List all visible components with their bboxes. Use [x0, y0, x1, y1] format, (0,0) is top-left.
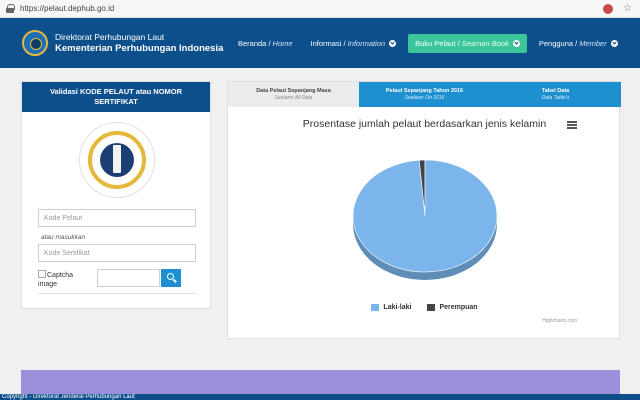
- pie-slice-laki-laki[interactable]: [352, 159, 498, 273]
- brand-line-2: Kementerian Perhubungan Indonesia: [55, 43, 224, 54]
- nav-item-information[interactable]: Informasi / Information: [305, 35, 403, 52]
- brand[interactable]: Direktorat Perhubungan Laut Kementerian …: [55, 32, 223, 54]
- pie-chart: [352, 159, 498, 280]
- lock-icon: [6, 4, 15, 13]
- main-nav: Beranda / Home Informasi / Information B…: [232, 18, 630, 68]
- chart-title: Prosentase jumlah pelaut berdasarkan jen…: [302, 118, 547, 130]
- browser-address-bar: https://pelaut.dephub.go.id ☆: [0, 0, 640, 18]
- legend-item-male[interactable]: Laki-laki: [371, 304, 411, 311]
- tab-all-data-sub: Seafarer All Data: [274, 95, 313, 101]
- validation-panel: Validasi KODE PELAUT atau NOMOR SERTIFIK…: [21, 81, 211, 309]
- chevron-down-icon: [512, 39, 520, 47]
- tab-data-table-sub: Data Table's: [541, 95, 570, 101]
- nav-item-member[interactable]: Pengguna / Member: [533, 35, 624, 52]
- tab-2016-label: Pelaut Sepanjang Tahun 2016: [385, 88, 464, 94]
- seafarer-code-input[interactable]: Kode Pelaut: [38, 209, 196, 227]
- nav-item-home[interactable]: Beranda / Home: [232, 35, 299, 52]
- chart-credits[interactable]: Highcharts.com: [542, 318, 577, 324]
- bookmark-star-icon[interactable]: ☆: [623, 3, 632, 14]
- validation-title: Validasi KODE PELAUT atau NOMOR SERTIFIK…: [22, 82, 210, 112]
- captcha-input[interactable]: [97, 269, 160, 287]
- nav-home-label: Beranda /: [238, 38, 271, 48]
- legend-swatch-female: [427, 304, 436, 311]
- captcha-image: Captcha image: [38, 270, 88, 289]
- legend-label-male: Laki-laki: [383, 304, 412, 311]
- legend-label-female: Perempuan: [439, 304, 478, 311]
- nav-item-seaman-book[interactable]: Buku Pelaut / Seaman Book: [408, 33, 527, 53]
- nav-information-label: Informasi /: [310, 38, 346, 48]
- search-button[interactable]: [161, 269, 181, 287]
- anchor-icon: [113, 145, 121, 173]
- tab-2016[interactable]: Pelaut Sepanjang Tahun 2016 Seafarer On …: [359, 82, 490, 107]
- chart-panel: Data Pelaut Sepanjang Masa Seafarer All …: [227, 81, 621, 339]
- nav-home-sub: Home: [272, 38, 293, 48]
- certificate-code-input[interactable]: Kode Sertifikat: [38, 244, 196, 262]
- tab-all-data[interactable]: Data Pelaut Sepanjang Masa Seafarer All …: [228, 82, 359, 107]
- tab-data-table-label: Tabel Data: [541, 88, 570, 94]
- ministry-logo-icon[interactable]: [22, 30, 48, 56]
- url-field[interactable]: https://pelaut.dephub.go.id: [20, 4, 603, 13]
- tab-2016-sub: Seafarer On 2016: [404, 95, 445, 101]
- chart-legend: Laki-laki Perempuan: [228, 304, 621, 311]
- tab-data-table[interactable]: Tabel Data Data Table's: [490, 82, 621, 107]
- nav-seaman-book-sub: Seaman Book: [461, 38, 509, 48]
- nav-seaman-book-label: Buku Pelaut /: [415, 38, 460, 48]
- or-enter-label: atau masukkan: [41, 234, 86, 241]
- tab-all-data-label: Data Pelaut Sepanjang Masa: [256, 88, 331, 94]
- brand-line-1: Direktorat Perhubungan Laut: [55, 32, 165, 42]
- extension-icon[interactable]: [603, 3, 614, 14]
- chevron-down-icon: [389, 39, 397, 47]
- chevron-down-icon: [610, 39, 618, 47]
- nav-member-label: Pengguna /: [538, 38, 578, 48]
- legend-item-female[interactable]: Perempuan: [427, 304, 478, 311]
- hamburger-menu-icon[interactable]: [567, 121, 577, 129]
- divider: [38, 293, 196, 294]
- legend-swatch-male: [371, 304, 380, 311]
- site-header: Direktorat Perhubungan Laut Kementerian …: [0, 18, 640, 68]
- chart-tabs: Data Pelaut Sepanjang Masa Seafarer All …: [228, 82, 621, 107]
- footer: Copyright - Direktorat Jenderal Perhubun…: [0, 394, 640, 400]
- nav-information-sub: Information: [347, 38, 386, 48]
- nav-member-sub: Member: [579, 38, 607, 48]
- seafarer-emblem-icon: [79, 122, 155, 198]
